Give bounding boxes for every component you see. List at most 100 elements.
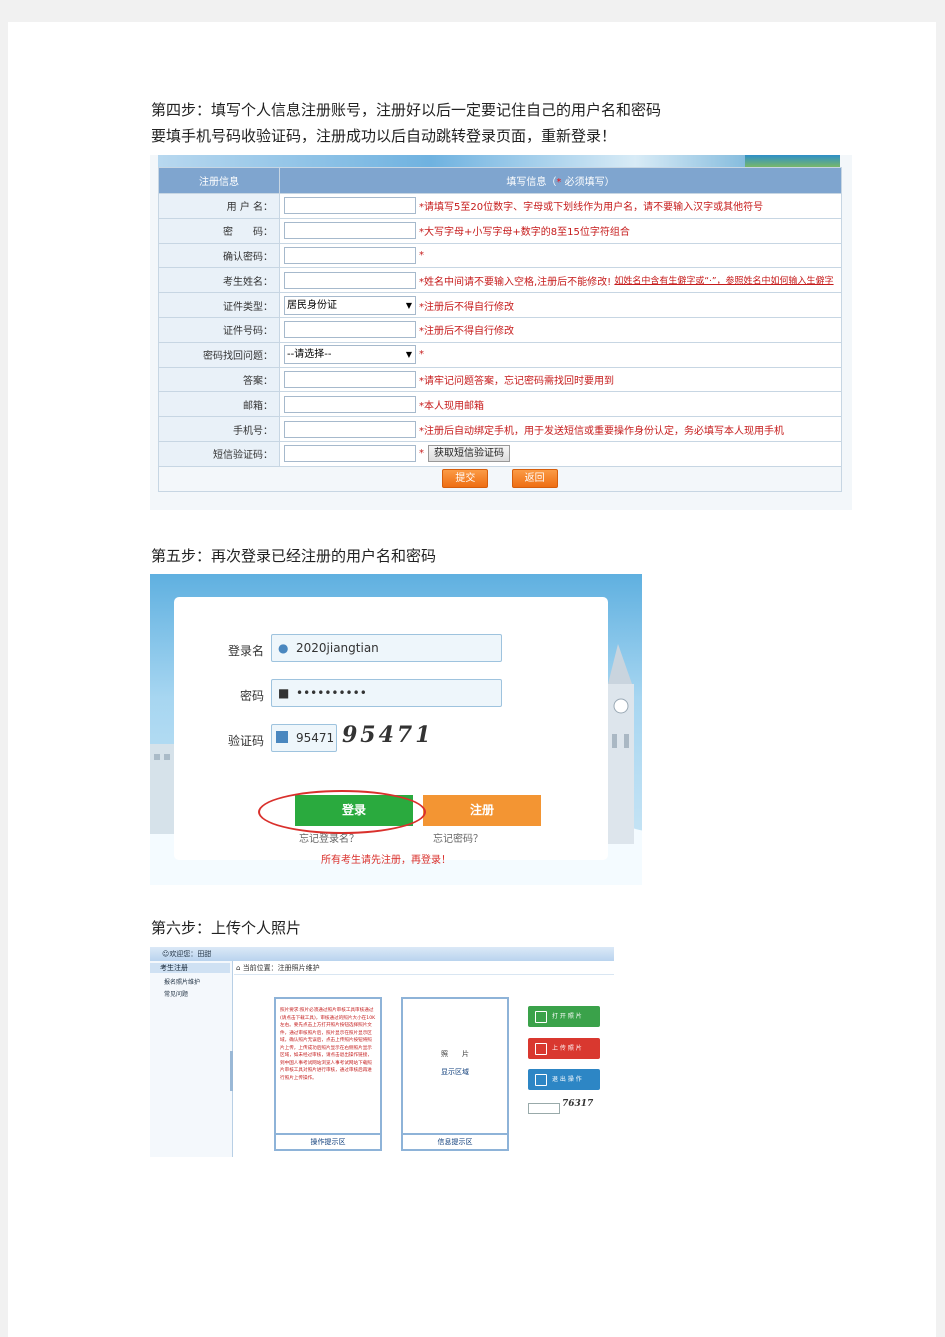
sidebar-scrollbar[interactable] <box>230 1051 233 1091</box>
captcha-input[interactable] <box>528 1103 560 1114</box>
table-row: 手机号： *注册后自动绑定手机，用于发送短信或重要操作身份认定，务必填写本人现用… <box>158 416 842 442</box>
table-row: 密码找回问题： --请选择-- ▼ * <box>158 341 842 368</box>
confirm-password-label: 确认密码： <box>158 242 280 269</box>
table-row: 提交 返回 <box>158 465 842 492</box>
sidebar-item-photo[interactable]: 报名照片维护 <box>164 977 200 986</box>
operation-hint-label: 操作提示区 <box>276 1133 380 1149</box>
get-sms-code-button[interactable]: 获取短信验证码 <box>428 445 510 463</box>
table-row: 确认密码： * <box>158 242 842 269</box>
registration-form-screenshot: 注册信息 填写信息（* 必须填写） 用 户 名： *请填写5至20位数字、字母或… <box>150 155 852 510</box>
rare-char-link[interactable]: 如姓名中含有生僻字或“·”，参照姓名中如何输入生僻字 <box>614 276 833 286</box>
captcha-icon <box>276 731 288 743</box>
submit-button[interactable]: 提交 <box>442 469 489 489</box>
captcha-image[interactable]: 76317 <box>562 1099 593 1109</box>
sidebar: 考生注册 报名照片维护 常见问题 <box>150 961 233 1157</box>
email-input[interactable] <box>284 395 416 413</box>
id-number-hint: *注册后不得自行修改 <box>419 326 514 338</box>
sidebar-item-faq[interactable]: 常见问题 <box>164 989 188 998</box>
password-label: 密 码： <box>158 217 280 244</box>
exit-icon <box>535 1074 547 1086</box>
table-row: 证件号码： *注册后不得自行修改 <box>158 316 842 343</box>
id-type-select[interactable]: 居民身份证 ▼ <box>284 295 416 315</box>
email-hint: *本人现用邮箱 <box>419 400 484 412</box>
home-icon: ⌂ <box>236 964 241 972</box>
question-select[interactable]: --请选择-- ▼ <box>284 345 416 365</box>
answer-input[interactable] <box>284 370 416 388</box>
user-icon: ● <box>278 641 289 655</box>
password-label: 密码 <box>240 689 265 703</box>
photo-label: 照 片 <box>441 1050 469 1058</box>
confirm-password-hint: * <box>419 249 424 261</box>
table-row: 考生姓名： *姓名中间请不要输入空格,注册后不能修改! 如姓名中含有生僻字或“·… <box>158 267 842 294</box>
forgot-username-link[interactable]: 忘记登录名？ <box>299 830 359 845</box>
table-row: 证件类型： 居民身份证 ▼ *注册后不得自行修改 <box>158 292 842 318</box>
phone-hint: *注册后自动绑定手机，用于发送短信或重要操作身份认定，务必填写本人现用手机 <box>419 425 784 437</box>
captcha-input[interactable]: 95471 <box>271 724 337 752</box>
login-screenshot: 登录名 ● 2020jiangtian 密码 ■ •••••••••• 验证码 … <box>150 574 642 885</box>
answer-label: 答案： <box>158 366 280 393</box>
table-row: 邮箱： *本人现用邮箱 <box>158 391 842 418</box>
back-button[interactable]: 返回 <box>511 469 558 489</box>
captcha-image[interactable]: 95471 <box>342 722 434 748</box>
question-label: 密码找回问题： <box>158 341 280 368</box>
info-hint-label: 信息提示区 <box>403 1133 507 1149</box>
confirm-password-input[interactable] <box>284 246 416 264</box>
table-row: 答案： *请牢记问题答案，忘记密码需找回时要用到 <box>158 366 842 393</box>
chevron-down-icon: ▼ <box>405 350 412 360</box>
password-hint: *大写字母+小写字母+数字的8至15位字符组合 <box>419 227 630 239</box>
register-button[interactable]: 注册 <box>423 795 541 826</box>
name-input[interactable] <box>284 271 416 289</box>
step6-text: 第六步：上传个人照片 <box>151 919 302 937</box>
operation-hint-box: 照片要求:照片必须通过照片审核工具审核通过(请点击下载工具)，审核通过的照片大小… <box>274 997 382 1151</box>
question-hint: * <box>419 349 424 361</box>
name-hint: *姓名中间请不要输入空格,注册后不能修改! <box>419 276 612 288</box>
id-number-label: 证件号码： <box>158 316 280 343</box>
upload-icon <box>535 1043 547 1055</box>
folder-icon <box>535 1011 547 1023</box>
welcome-bar: ☺欢迎您：田甜 <box>150 947 614 961</box>
username-hint: *请填写5至20位数字、字母或下划线作为用户名，请不要输入汉字或其他符号 <box>419 202 764 214</box>
sms-code-input[interactable] <box>284 445 416 463</box>
lock-icon: ■ <box>278 686 290 700</box>
captcha-label: 验证码 <box>228 734 265 748</box>
id-type-label: 证件类型： <box>158 292 280 318</box>
password-input[interactable]: ■ •••••••••• <box>271 679 502 707</box>
header-col1: 注册信息 <box>158 167 280 194</box>
table-row: 用 户 名： *请填写5至20位数字、字母或下划线作为用户名，请不要输入汉字或其… <box>158 193 842 219</box>
step4-line1: 第四步：填写个人信息注册账号，注册好以后一定要记住自己的用户名和密码 <box>151 101 662 119</box>
sidebar-title: 考生注册 <box>150 963 230 973</box>
username-label: 登录名 <box>228 644 265 658</box>
chevron-down-icon: ▼ <box>405 300 412 310</box>
register-notice: 所有考生请先注册，再登录！ <box>321 855 451 866</box>
clock-tower-illustration <box>608 644 634 844</box>
step4-line2: 要填手机号码收验证码，注册成功以后自动跳转登录页面，重新登录！ <box>151 127 617 145</box>
highlight-circle <box>258 790 426 834</box>
step5-text: 第五步：再次登录已经注册的用户名和密码 <box>151 547 437 565</box>
photo-display-box: 照 片 显示区域 信息提示区 <box>401 997 509 1151</box>
sms-code-label: 短信验证码： <box>158 440 280 467</box>
answer-hint: *请牢记问题答案，忘记密码需找回时要用到 <box>419 375 614 387</box>
banner-strip <box>158 155 840 167</box>
exit-button[interactable]: 退 出 操 作 <box>528 1069 600 1090</box>
open-photo-button[interactable]: 打 开 照 片 <box>528 1006 600 1027</box>
photo-requirements-text: 照片要求:照片必须通过照片审核工具审核通过(请点击下载工具)，审核通过的照片大小… <box>280 1008 376 1081</box>
table-row: 短信验证码： * 获取短信验证码 <box>158 440 842 467</box>
phone-input[interactable] <box>284 420 416 438</box>
name-label: 考生姓名： <box>158 267 280 294</box>
header-col2: 填写信息（* 必须填写） <box>279 167 842 194</box>
username-input[interactable] <box>284 197 416 215</box>
username-input[interactable]: ● 2020jiangtian <box>271 634 502 662</box>
table-row: 密 码： *大写字母+小写字母+数字的8至15位字符组合 <box>158 217 842 244</box>
photo-upload-screenshot: ☺欢迎您：田甜 考生注册 报名照片维护 常见问题 ⌂ 当前位置：注册照片维护 照… <box>150 947 614 1157</box>
id-number-input[interactable] <box>284 321 416 339</box>
sms-hint: * <box>419 448 424 460</box>
password-input[interactable] <box>284 222 416 240</box>
username-label: 用 户 名： <box>158 193 280 219</box>
upload-photo-button[interactable]: 上 传 照 片 <box>528 1038 600 1059</box>
id-type-hint: *注册后不得自行修改 <box>419 301 514 313</box>
breadcrumb: ⌂ 当前位置：注册照片维护 <box>234 962 614 975</box>
email-label: 邮箱： <box>158 391 280 418</box>
registration-table: 注册信息 填写信息（* 必须填写） 用 户 名： *请填写5至20位数字、字母或… <box>158 167 842 492</box>
login-card: 登录名 ● 2020jiangtian 密码 ■ •••••••••• 验证码 … <box>174 597 608 866</box>
forgot-password-link[interactable]: 忘记密码？ <box>433 830 483 845</box>
